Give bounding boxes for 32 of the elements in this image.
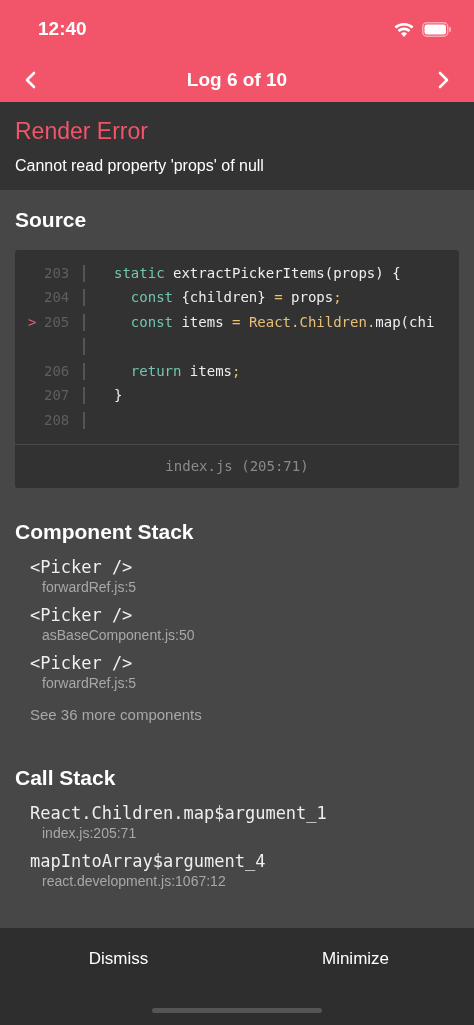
section-title: Source bbox=[15, 207, 88, 233]
code-line: } bbox=[114, 386, 123, 406]
nav-title: Log 6 of 10 bbox=[186, 67, 288, 92]
stack-frame-location: index.js:205:71 bbox=[41, 824, 137, 842]
wifi-icon bbox=[394, 21, 414, 37]
wrap-gutter-mark bbox=[83, 338, 85, 356]
stack-frame-name[interactable]: mapIntoArray$argument_4 bbox=[30, 851, 266, 872]
chevron-right-icon bbox=[438, 71, 450, 89]
file-location: index.js (205:71) bbox=[165, 456, 309, 476]
stack-frame-name[interactable]: React.Children.map$argument_1 bbox=[30, 803, 327, 824]
code-line: static extractPickerItems(props) { bbox=[114, 263, 401, 283]
see-more-link[interactable]: See 36 more components bbox=[30, 703, 202, 726]
stack-frame-name[interactable]: <Picker /> bbox=[30, 556, 133, 578]
code-line: return items; bbox=[129, 361, 241, 381]
code-line: const items = React.Children.map(chi bbox=[129, 312, 435, 332]
status-time: 12:40 bbox=[38, 16, 87, 41]
section-title: Component Stack bbox=[15, 518, 195, 545]
section-title: Call Stack bbox=[15, 765, 117, 791]
footer-button[interactable]: Minimize bbox=[237, 928, 474, 990]
error-title: Render Error bbox=[15, 117, 149, 146]
stack-frame-location: react.development.js:1067:12 bbox=[41, 872, 226, 890]
code-line: const {children} = props; bbox=[129, 288, 342, 308]
stack-frame-location: asBaseComponent.js:50 bbox=[41, 625, 195, 644]
stack-frame-location: forwardRef.js:5 bbox=[41, 577, 137, 596]
footer-button[interactable]: Dismiss bbox=[0, 928, 237, 990]
error-message: Cannot read property 'props' of null bbox=[15, 156, 265, 176]
stack-frame-location: forwardRef.js:5 bbox=[41, 673, 137, 692]
stack-frame-name[interactable]: <Picker /> bbox=[30, 604, 133, 626]
stack-frame-name[interactable]: <Picker /> bbox=[30, 652, 133, 674]
battery-icon bbox=[422, 21, 452, 37]
chevron-left-icon bbox=[24, 71, 36, 89]
current-line-marker: > bbox=[28, 313, 37, 330]
